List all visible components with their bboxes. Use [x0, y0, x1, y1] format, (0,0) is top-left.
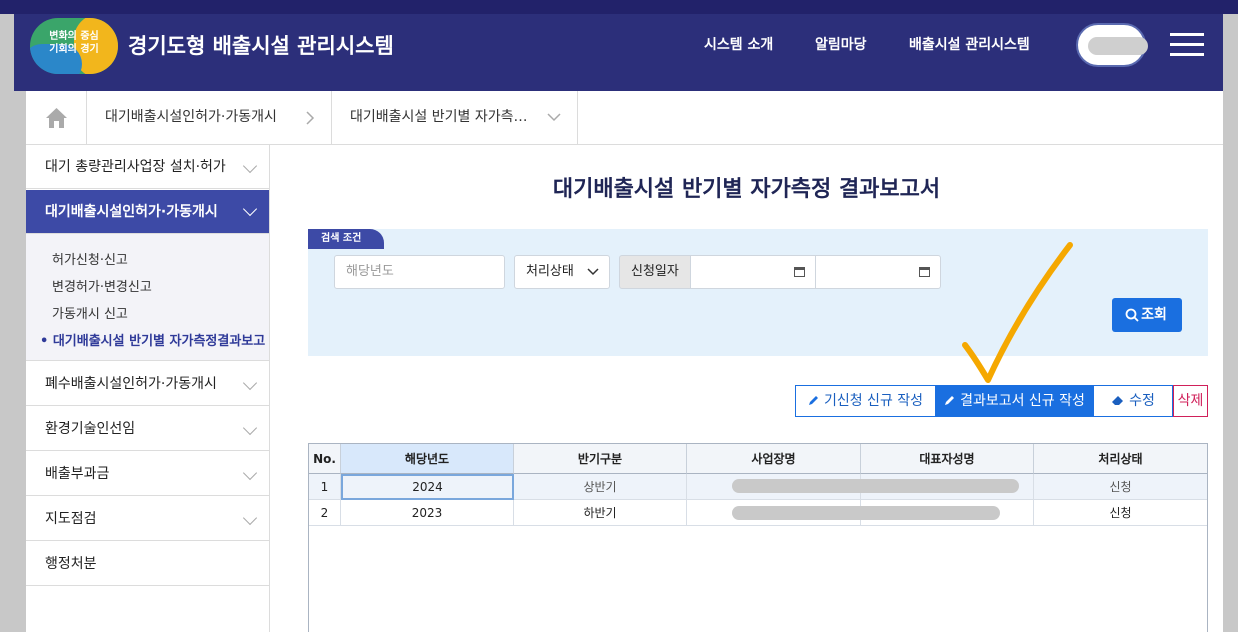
cell-no: 1 — [309, 474, 341, 500]
table-row[interactable]: 1 2024 상반기 신청 — [309, 474, 1207, 500]
chevron-down-icon — [547, 113, 561, 122]
calendar-icon[interactable] — [919, 267, 930, 277]
header: 변화의 중심 기회의 경기 경기도형 배출시설 관리시스템 시스템 소개 알림마… — [14, 14, 1223, 91]
sidebar-item-total-management[interactable]: 대기 총량관리사업장 설치·허가 — [26, 145, 269, 189]
search-panel: 검색 조건 해당년도 처리상태 신청일자 조회 — [308, 229, 1208, 356]
sidebar-item-air-permit[interactable]: 대기배출시설인허가·가동개시 — [26, 190, 269, 234]
chevron-down-icon — [242, 375, 258, 391]
delete-button[interactable]: 삭제 — [1173, 385, 1208, 417]
column-header-year[interactable]: 해당년도 — [341, 444, 514, 474]
status-select[interactable]: 처리상태 — [514, 255, 610, 289]
pencil-icon — [945, 396, 955, 405]
nav-system-intro[interactable]: 시스템 소개 — [704, 34, 773, 54]
status-select-value: 처리상태 — [526, 264, 574, 279]
cell-status: 신청 — [1034, 474, 1207, 500]
logo-line-2: 기회의 경기 — [49, 44, 99, 55]
breadcrumb-label: 대기배출시설 반기별 자가측… — [350, 109, 528, 125]
chevron-down-icon — [242, 158, 258, 174]
cell-year[interactable]: 2024 — [341, 474, 514, 500]
page-title: 대기배출시설 반기별 자가측정 결과보고서 — [552, 177, 941, 202]
cell-year: 2023 — [341, 500, 514, 526]
delete-label: 삭제 — [1177, 393, 1204, 409]
sidebar-item-label: 폐수배출시설인허가·가동개시 — [45, 376, 217, 392]
end-date-input[interactable] — [815, 255, 941, 289]
table-row[interactable]: 2 2023 하반기 신청 — [309, 500, 1207, 526]
chevron-down-icon — [242, 420, 258, 436]
site-title[interactable]: 경기도형 배출시설 관리시스템 — [128, 30, 394, 60]
breadcrumb: 대기배출시설인허가·가동개시 대기배출시설 반기별 자가측… — [26, 91, 1223, 145]
chevron-down-icon — [587, 268, 599, 276]
existing-new-button[interactable]: 기신청 신규 작성 — [795, 385, 936, 417]
year-input[interactable]: 해당년도 — [334, 255, 505, 289]
search-icon — [1125, 308, 1139, 322]
sidebar-item-emission-charge[interactable]: 배출부과금 — [26, 452, 269, 496]
breadcrumb-label: 대기배출시설인허가·가동개시 — [105, 109, 277, 125]
column-header-status[interactable]: 처리상태 — [1034, 444, 1207, 474]
column-header-no[interactable]: No. — [309, 444, 341, 474]
submenu-item-permit-application[interactable]: 허가신청·신고 — [52, 249, 128, 268]
edit-button[interactable]: 수정 — [1093, 385, 1173, 417]
logo-text: 변화의 중심 기회의 경기 — [38, 30, 110, 56]
top-strip — [0, 0, 1238, 14]
sidebar-item-label: 행정처분 — [45, 556, 97, 572]
redacted-business-name — [732, 506, 1000, 520]
sidebar-item-label: 지도점검 — [45, 511, 97, 527]
submenu-item-operation-report[interactable]: 가동개시 신고 — [52, 303, 128, 322]
report-new-button[interactable]: 결과보고서 신규 작성 — [936, 385, 1093, 417]
sidebar-item-water-permit[interactable]: 폐수배출시설인허가·가동개시 — [26, 362, 269, 406]
sidebar: 대기 총량관리사업장 설치·허가 대기배출시설인허가·가동개시 허가신청·신고 … — [26, 145, 270, 632]
cell-status: 신청 — [1034, 500, 1207, 526]
pencil-icon — [808, 396, 818, 405]
sidebar-submenu: 허가신청·신고 변경허가·변경신고 가동개시 신고 • 대기배출시설 반기별 자… — [26, 234, 269, 361]
redacted-username — [1088, 37, 1148, 55]
submenu-item-self-measurement[interactable]: • 대기배출시설 반기별 자가측정결과보고 — [40, 330, 265, 349]
home-icon[interactable] — [26, 91, 87, 144]
edit-label: 수정 — [1129, 393, 1155, 409]
sidebar-item-env-engineer[interactable]: 환경기술인선임 — [26, 407, 269, 451]
report-new-label: 결과보고서 신규 작성 — [960, 393, 1085, 409]
date-label: 신청일자 — [619, 255, 691, 289]
logo-line-1: 변화의 중심 — [49, 31, 99, 42]
search-panel-tab: 검색 조건 — [308, 229, 384, 249]
hamburger-menu-icon[interactable] — [1170, 31, 1206, 57]
results-table: No. 해당년도 반기구분 사업장명 대표자성명 처리상태 1 2024 상반기… — [308, 443, 1208, 632]
cell-no: 2 — [309, 500, 341, 526]
chevron-down-icon — [242, 510, 258, 526]
column-header-half[interactable]: 반기구분 — [514, 444, 687, 474]
submenu-item-change-permit[interactable]: 변경허가·변경신고 — [52, 276, 152, 295]
sidebar-item-label: 환경기술인선임 — [45, 421, 136, 437]
chevron-down-icon — [242, 465, 258, 481]
eraser-icon — [1112, 396, 1124, 405]
existing-new-label: 기신청 신규 작성 — [823, 393, 924, 409]
breadcrumb-item-air-permit[interactable]: 대기배출시설인허가·가동개시 — [87, 91, 332, 144]
redacted-business-name — [732, 479, 1019, 493]
sidebar-item-inspection[interactable]: 지도점검 — [26, 497, 269, 541]
column-header-business[interactable]: 사업장명 — [687, 444, 861, 474]
column-header-representative[interactable]: 대표자성명 — [861, 444, 1034, 474]
sidebar-item-label: 대기배출시설인허가·가동개시 — [45, 204, 218, 220]
sidebar-item-administrative[interactable]: 행정처분 — [26, 542, 269, 586]
search-button-label: 조회 — [1141, 307, 1167, 323]
chevron-down-icon — [242, 201, 258, 217]
cell-half: 상반기 — [514, 474, 687, 500]
breadcrumb-item-current[interactable]: 대기배출시설 반기별 자가측… — [332, 91, 578, 144]
start-date-input[interactable] — [690, 255, 816, 289]
sidebar-item-label: 대기 총량관리사업장 설치·허가 — [45, 159, 226, 175]
nav-emission-management[interactable]: 배출시설 관리시스템 — [909, 34, 1030, 54]
sidebar-item-label: 배출부과금 — [45, 466, 110, 482]
date-label-text: 신청일자 — [631, 264, 679, 279]
year-input-placeholder: 해당년도 — [346, 264, 394, 279]
calendar-icon[interactable] — [794, 267, 805, 277]
user-avatar[interactable] — [1076, 23, 1148, 67]
cell-half: 하반기 — [514, 500, 687, 526]
site-logo[interactable]: 변화의 중심 기회의 경기 — [30, 18, 118, 74]
search-button[interactable]: 조회 — [1112, 298, 1182, 332]
nav-notice[interactable]: 알림마당 — [815, 34, 867, 54]
chevron-right-icon — [306, 111, 315, 125]
main-content: 대기배출시설 반기별 자가측정 결과보고서 검색 조건 해당년도 처리상태 신청… — [270, 145, 1223, 632]
